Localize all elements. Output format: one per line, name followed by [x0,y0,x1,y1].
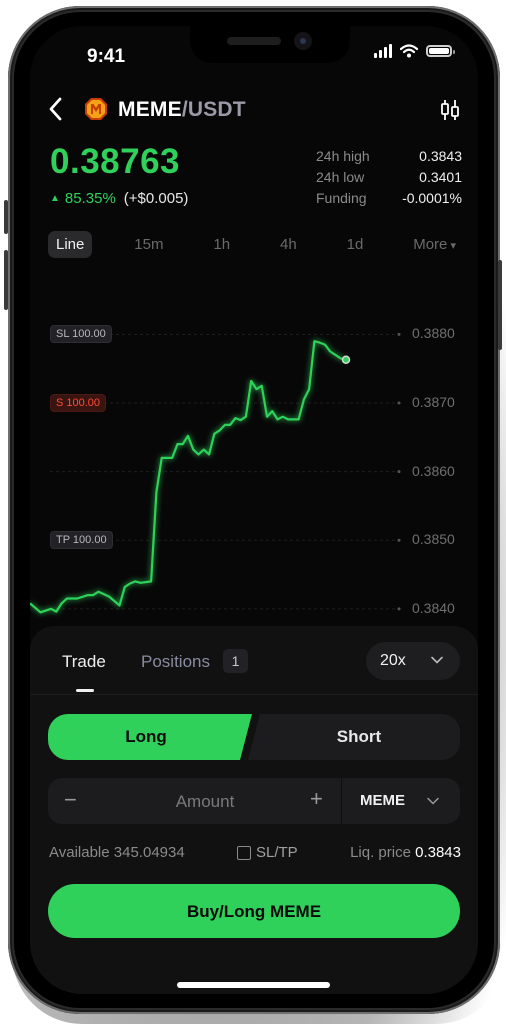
gridline-end-dot [397,401,401,405]
home-indicator [177,982,330,988]
app-screen: 9:41 MEME/USDT 0.38763 ▲ 85.35% (+$0.005… [30,26,478,994]
y-tick-label: 0.3840 [412,599,455,616]
up-arrow-icon: ▲ [50,193,60,204]
pair-base: MEME [118,98,182,121]
status-icons [374,44,455,58]
buy-long-button[interactable]: Buy/Long MEME [48,884,460,938]
battery-icon [426,45,455,57]
order-info-row: Available 345.04934 SL/TP Liq. price 0.3… [49,844,461,864]
dynamic-island [190,26,350,63]
decrement-button[interactable]: − [64,787,77,813]
checkbox-icon [237,845,251,860]
trade-panel-tabs: Trade Positions 1 20x [30,626,478,695]
unit-select[interactable]: MEME [360,792,405,809]
tab-positions[interactable]: Positions [141,652,210,672]
amount-field-group: − + MEME [48,778,460,824]
tab-more[interactable]: More [405,231,464,258]
meme-coin-icon [85,98,107,120]
chevron-down-icon[interactable] [426,794,440,808]
field-divider [341,778,342,824]
speaker [227,37,281,45]
top-nav: MEME/USDT [30,92,478,128]
chart-type-button[interactable] [438,98,462,122]
active-tab-indicator [76,689,94,692]
side-button-silent [4,200,8,234]
tab-1h[interactable]: 1h [205,231,238,258]
y-tick-label: 0.3860 [412,462,455,479]
price-line [30,340,347,614]
increment-button[interactable]: + [310,786,323,812]
chevron-down-icon [431,656,443,664]
wifi-icon [400,44,418,58]
current-price: 0.38763 [50,142,181,181]
gridline-end-dot [397,538,401,542]
side-toggle: Long Short [48,714,460,760]
price-chart[interactable]: 0.3880 0.3870 0.3860 0.3850 0.3840 SL 100.00 S… [30,276,478,626]
pair-quote: /USDT [181,98,246,121]
stat-funding: Funding -0.0001% [316,189,462,206]
y-tick-label: 0.3870 [412,393,455,410]
leverage-value: 20x [380,652,406,669]
trading-pair: MEME/USDT [118,98,246,122]
order-line-tag[interactable]: TP 100.00 [50,531,113,550]
long-button[interactable]: Long [48,714,244,760]
tab-trade[interactable]: Trade [62,652,106,672]
liquidation-price-value: 0.3843 [415,844,461,861]
sltp-checkbox[interactable]: SL/TP [237,844,298,861]
last-price-marker [341,355,351,364]
signal-icon [374,44,392,58]
short-button[interactable]: Short [258,714,460,760]
stat-24h-high: 24h high 0.3843 [316,147,462,164]
sltp-label: SL/TP [256,844,298,861]
tab-line[interactable]: Line [48,230,93,258]
change-percent: 85.35% [64,190,116,207]
tab-4h[interactable]: 4h [272,231,305,258]
order-line-tag[interactable]: SL 100.00 [50,325,112,344]
order-line-tag[interactable]: S 100.00 [50,393,107,412]
liquidation-price: Liq. price 0.3843 [350,844,461,861]
back-button[interactable] [46,96,70,124]
gridline-end-dot [397,332,401,336]
side-button-volume-up [4,250,8,310]
available-balance: Available 345.04934 [49,844,185,861]
price-change: ▲ 85.35% (+$0.005) [50,190,188,207]
change-usd: (+$0.005) [123,190,189,207]
trade-panel: Trade Positions 1 20x Long Short − + MEM… [30,626,478,994]
leverage-select[interactable]: 20x [366,642,460,680]
market-stats: 24h high 0.3843 24h low 0.3401 Funding -0.0… [316,145,462,208]
camera [294,32,312,50]
available-value: 345.04934 [113,844,185,861]
amount-input[interactable] [108,788,302,816]
y-tick-label: 0.3880 [412,325,455,342]
chevron-left-icon [49,97,62,121]
positions-count-badge: 1 [223,649,248,673]
candlestick-icon [441,100,459,120]
y-tick-label: 0.3850 [412,531,455,548]
side-button-power [498,260,502,350]
tab-15m[interactable]: 15m [126,231,171,258]
status-time: 9:41 [87,46,126,67]
timeframe-tabs: Line 15m 1h 4h 1d More [48,229,464,259]
gridline-end-dot [397,470,401,474]
stat-24h-low: 24h low 0.3401 [316,168,462,185]
gridline-end-dot [397,607,401,611]
tab-1d[interactable]: 1d [339,231,372,258]
